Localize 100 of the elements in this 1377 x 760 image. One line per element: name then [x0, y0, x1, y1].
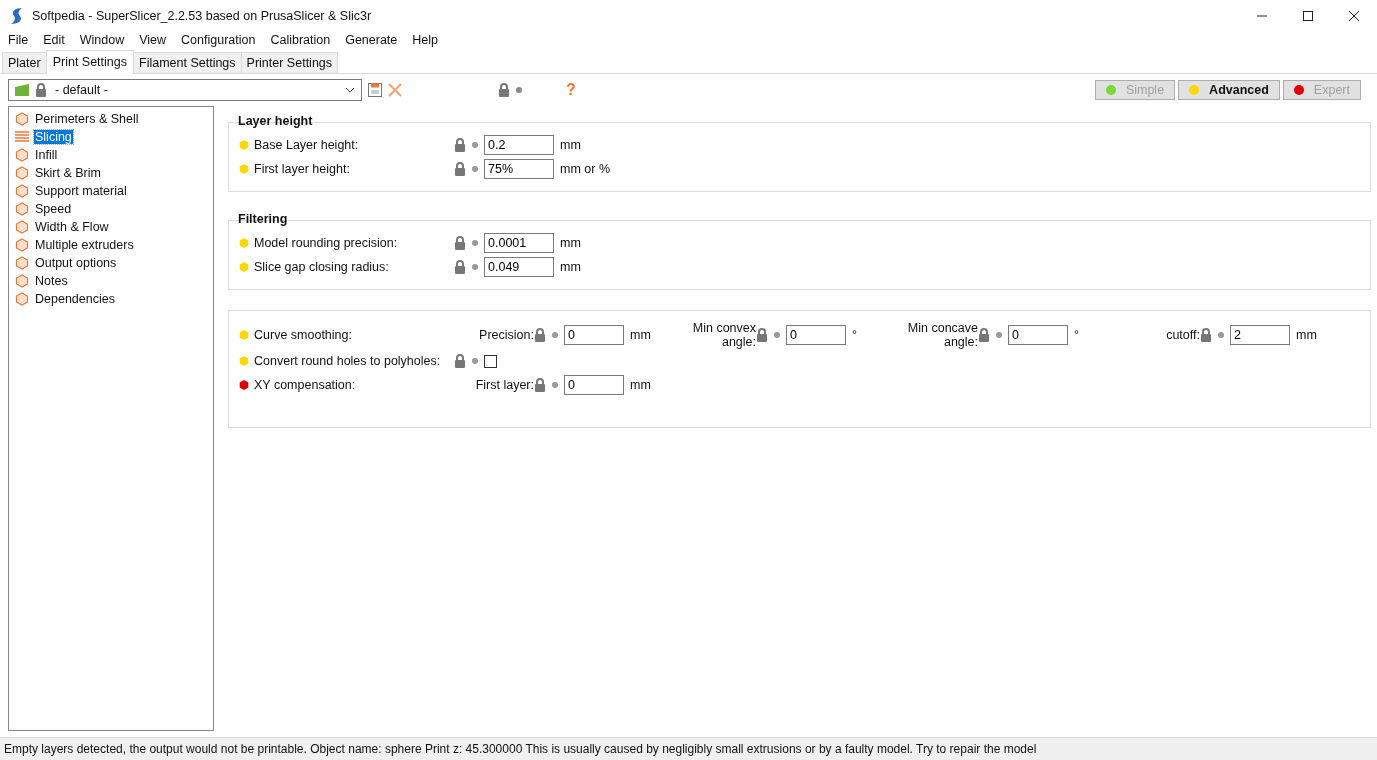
- unit-label: mm: [560, 260, 581, 274]
- option-label: Model rounding precision:: [254, 236, 398, 250]
- checkbox[interactable]: [484, 354, 497, 368]
- field-label: First layer:: [474, 378, 534, 392]
- tab[interactable]: Plater: [2, 52, 47, 73]
- lock-icon: [1200, 328, 1212, 342]
- maximize-icon[interactable]: [1302, 9, 1314, 22]
- bullet-icon: [552, 332, 558, 338]
- menu-item[interactable]: View: [131, 31, 174, 50]
- menu-item[interactable]: Configuration: [173, 31, 263, 50]
- hexagon-icon: [15, 256, 29, 270]
- hexagon-icon: [15, 202, 29, 216]
- input-field[interactable]: 0.2: [484, 135, 554, 155]
- unit-label: °: [1074, 328, 1079, 342]
- tab[interactable]: Filament Settings: [133, 52, 242, 73]
- unit-label: mm: [560, 138, 581, 152]
- bullet-icon: [472, 358, 478, 364]
- sidebar-item[interactable]: Notes: [34, 274, 69, 288]
- sidebar-item[interactable]: Speed: [34, 202, 73, 216]
- unit-label: mm: [630, 378, 651, 392]
- bullet-icon: [774, 332, 780, 338]
- sidebar-item[interactable]: Support material: [34, 184, 128, 198]
- hexagon-icon: [15, 112, 29, 126]
- option-label: Slice gap closing radius:: [254, 260, 389, 274]
- lock-icon: [534, 378, 546, 392]
- caret-icon: [345, 87, 355, 93]
- lock-icon: [454, 260, 466, 274]
- hexagon-icon: [15, 220, 29, 234]
- lock-icon: [534, 328, 546, 342]
- menu-item[interactable]: Help: [404, 31, 445, 50]
- unit-label: °: [852, 328, 857, 342]
- menu-item[interactable]: File: [0, 31, 36, 50]
- bullet-icon: [1218, 332, 1224, 338]
- option-label: Base Layer height:: [254, 138, 359, 152]
- option-label: First layer height:: [254, 162, 350, 176]
- bullet-icon: [472, 240, 478, 246]
- window-title: Softpedia - SuperSlicer_2.2.53 based on PrusaSlicer & Slic3r: [32, 8, 372, 23]
- unit-label: mm: [1296, 328, 1317, 342]
- input-field[interactable]: 0.0001: [484, 233, 554, 253]
- sidebar-item[interactable]: Width & Flow: [34, 220, 110, 234]
- unit-label: mm or %: [560, 162, 610, 176]
- lock-icon: [978, 328, 990, 342]
- group-title: Filtering: [237, 212, 289, 226]
- bullet-icon: [472, 166, 478, 172]
- menu-item[interactable]: Edit: [35, 31, 72, 50]
- sidebar-item[interactable]: Skirt & Brim: [34, 166, 102, 180]
- lock-icon: [454, 138, 466, 152]
- hexagon-icon: [15, 184, 29, 198]
- bullet-icon: [472, 264, 478, 270]
- sidebar-item[interactable]: Multiple extruders: [34, 238, 135, 252]
- hexagon-icon: [15, 148, 29, 162]
- sidebar-item[interactable]: Slicing: [34, 130, 73, 144]
- lines-icon: [15, 130, 29, 144]
- hexagon-icon: [15, 166, 29, 180]
- sidebar-item[interactable]: Dependencies: [34, 292, 116, 306]
- menu-item[interactable]: Calibration: [262, 31, 338, 50]
- bullet-icon: [516, 87, 522, 93]
- sidebar-item[interactable]: Perimeters & Shell: [34, 112, 140, 126]
- hexagon-icon: [15, 292, 29, 306]
- unit-label: mm: [560, 236, 581, 250]
- group-title: Layer height: [237, 114, 314, 128]
- lock-icon: [454, 162, 466, 176]
- sidebar-item[interactable]: Infill: [34, 148, 59, 162]
- input-field[interactable]: 0: [564, 325, 624, 345]
- input-field[interactable]: 0: [564, 375, 624, 395]
- lock-icon: [454, 236, 466, 250]
- save-icon[interactable]: [368, 83, 382, 97]
- lock-icon: [498, 83, 510, 97]
- sidebar-item[interactable]: Output options: [34, 256, 118, 270]
- tab[interactable]: Printer Settings: [240, 52, 339, 73]
- unit-label: mm: [630, 328, 651, 342]
- hexagon-icon: [15, 274, 29, 288]
- close-icon[interactable]: [1348, 9, 1360, 22]
- field-label: Min convex angle:: [691, 321, 756, 349]
- option-label: Curve smoothing:: [254, 328, 352, 342]
- bullet-icon: [472, 142, 478, 148]
- hexagon-icon: [15, 238, 29, 252]
- menu-item[interactable]: Generate: [337, 31, 405, 50]
- input-field[interactable]: 0: [1008, 325, 1068, 345]
- mode-button[interactable]: Advanced: [1178, 80, 1280, 100]
- input-field[interactable]: 2: [1230, 325, 1290, 345]
- preset-dropdown[interactable]: - default -: [8, 79, 362, 101]
- input-field[interactable]: 0.049: [484, 257, 554, 277]
- field-label: cutoff:: [1165, 328, 1200, 342]
- bullet-icon: [552, 382, 558, 388]
- app-logo-icon: [10, 6, 24, 25]
- field-label: Min concave angle:: [906, 321, 978, 349]
- flag-icon: [15, 84, 31, 96]
- lock-icon: [454, 354, 466, 368]
- status-bar: Empty layers detected, the output would not be printable. Object name: sphere Print z: 45.300000 This is usually caused by negligibly small extrusions or by a faulty model. Try to repair the model: [0, 737, 1377, 760]
- option-label: Convert round holes to polyholes:: [254, 354, 441, 368]
- input-field[interactable]: 0: [786, 325, 846, 345]
- option-label: XY compensation:: [254, 378, 356, 392]
- lock-icon: [756, 328, 768, 342]
- lock-icon: [35, 83, 47, 97]
- bullet-icon: [996, 332, 1002, 338]
- tab[interactable]: Print Settings: [45, 50, 134, 74]
- input-field[interactable]: 75%: [484, 159, 554, 179]
- field-label: Precision:: [478, 328, 534, 342]
- menu-item[interactable]: Window: [71, 31, 132, 50]
